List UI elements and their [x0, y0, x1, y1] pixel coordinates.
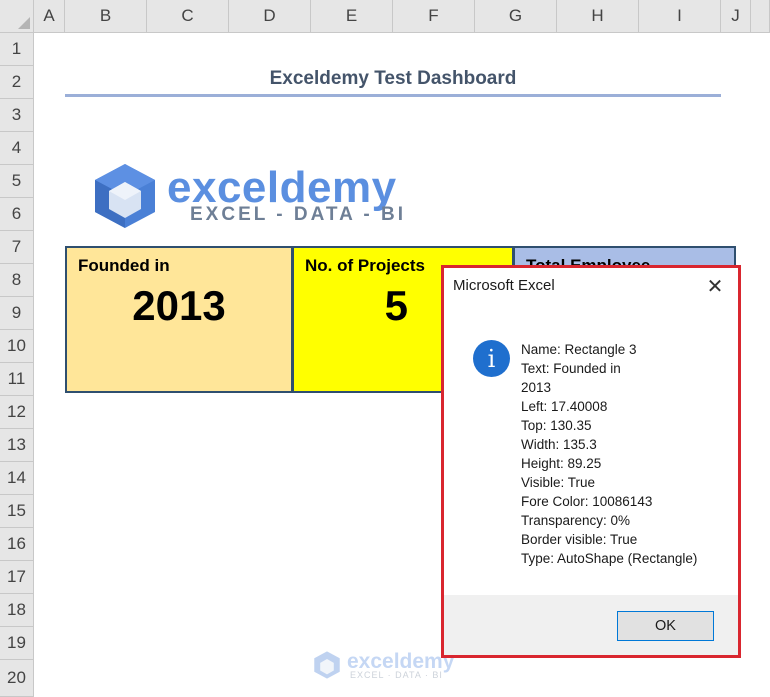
row-header-11[interactable]: 11: [0, 363, 34, 396]
column-header-c[interactable]: C: [147, 0, 229, 33]
message-line: Border visible: True: [521, 532, 638, 547]
dashboard-title: Exceldemy Test Dashboard: [269, 68, 517, 89]
column-header-f[interactable]: F: [393, 0, 475, 33]
column-header-a[interactable]: A: [34, 0, 65, 33]
founded-card[interactable]: Founded in 2013: [65, 246, 293, 393]
message-line: Width: 135.3: [521, 437, 597, 452]
column-header-d[interactable]: D: [229, 0, 311, 33]
message-line: Fore Color: 10086143: [521, 494, 653, 509]
message-line: 2013: [521, 380, 552, 395]
column-header-g[interactable]: G: [475, 0, 557, 33]
dialog-title: Microsoft Excel: [453, 277, 555, 294]
message-line: Text: Founded in: [521, 361, 621, 376]
row-header-12[interactable]: 12: [0, 396, 34, 429]
row-header-4[interactable]: 4: [0, 132, 34, 165]
message-box: Microsoft Excel ✕ i Name: Rectangle 3 Te…: [441, 265, 741, 658]
projects-label: No. of Projects: [305, 256, 425, 275]
column-header-filler: [751, 0, 770, 33]
row-header-7[interactable]: 7: [0, 231, 34, 264]
column-header-e[interactable]: E: [311, 0, 393, 33]
worksheet: A B C D E F G H I J 1 2 3 4 5 6 7 8 9 10…: [0, 0, 770, 697]
row-header-1[interactable]: 1: [0, 33, 34, 66]
info-icon: i: [473, 340, 510, 377]
logo-tagline: EXCEL - DATA - BI: [190, 204, 407, 225]
row-header-3[interactable]: 3: [0, 99, 34, 132]
column-header-b[interactable]: B: [65, 0, 147, 33]
row-header-5[interactable]: 5: [0, 165, 34, 198]
message-line: Left: 17.40008: [521, 399, 608, 414]
row-header-14[interactable]: 14: [0, 462, 34, 495]
row-header-18[interactable]: 18: [0, 594, 34, 627]
select-all-corner[interactable]: [0, 0, 34, 33]
watermark-logo-icon: [314, 651, 340, 679]
row-header-13[interactable]: 13: [0, 429, 34, 462]
message-line: Transparency: 0%: [521, 513, 631, 528]
row-header-10[interactable]: 10: [0, 330, 34, 363]
column-header-j[interactable]: J: [721, 0, 751, 33]
ok-button[interactable]: OK: [617, 611, 714, 641]
row-header-17[interactable]: 17: [0, 561, 34, 594]
founded-value: 2013: [132, 282, 226, 329]
message-line: Type: AutoShape (Rectangle): [521, 551, 698, 566]
logo-area: [65, 148, 737, 245]
row-header-2[interactable]: 2: [0, 66, 34, 99]
founded-label: Founded in: [78, 256, 170, 275]
row-header-15[interactable]: 15: [0, 495, 34, 528]
message-line: Visible: True: [521, 475, 596, 490]
row-header-8[interactable]: 8: [0, 264, 34, 297]
message-line: Top: 130.35: [521, 418, 592, 433]
column-header-h[interactable]: H: [557, 0, 639, 33]
exceldemy-logo-icon: [95, 164, 155, 228]
close-icon[interactable]: ✕: [700, 273, 730, 299]
message-line: Name: Rectangle 3: [521, 342, 637, 357]
row-header-6[interactable]: 6: [0, 198, 34, 231]
dialog-footer: OK: [444, 595, 738, 655]
row-header-16[interactable]: 16: [0, 528, 34, 561]
row-header-19[interactable]: 19: [0, 627, 34, 660]
column-header-i[interactable]: I: [639, 0, 721, 33]
row-header-9[interactable]: 9: [0, 297, 34, 330]
message-line: Height: 89.25: [521, 456, 602, 471]
title-underline: [65, 94, 721, 97]
dialog-message: Name: Rectangle 3 Text: Founded in 2013 …: [521, 340, 697, 568]
watermark: exceldemy EXCEL · DATA · BI: [313, 650, 454, 685]
watermark-tagline: EXCEL · DATA · BI: [350, 670, 443, 680]
row-header-20[interactable]: 20: [0, 660, 34, 697]
